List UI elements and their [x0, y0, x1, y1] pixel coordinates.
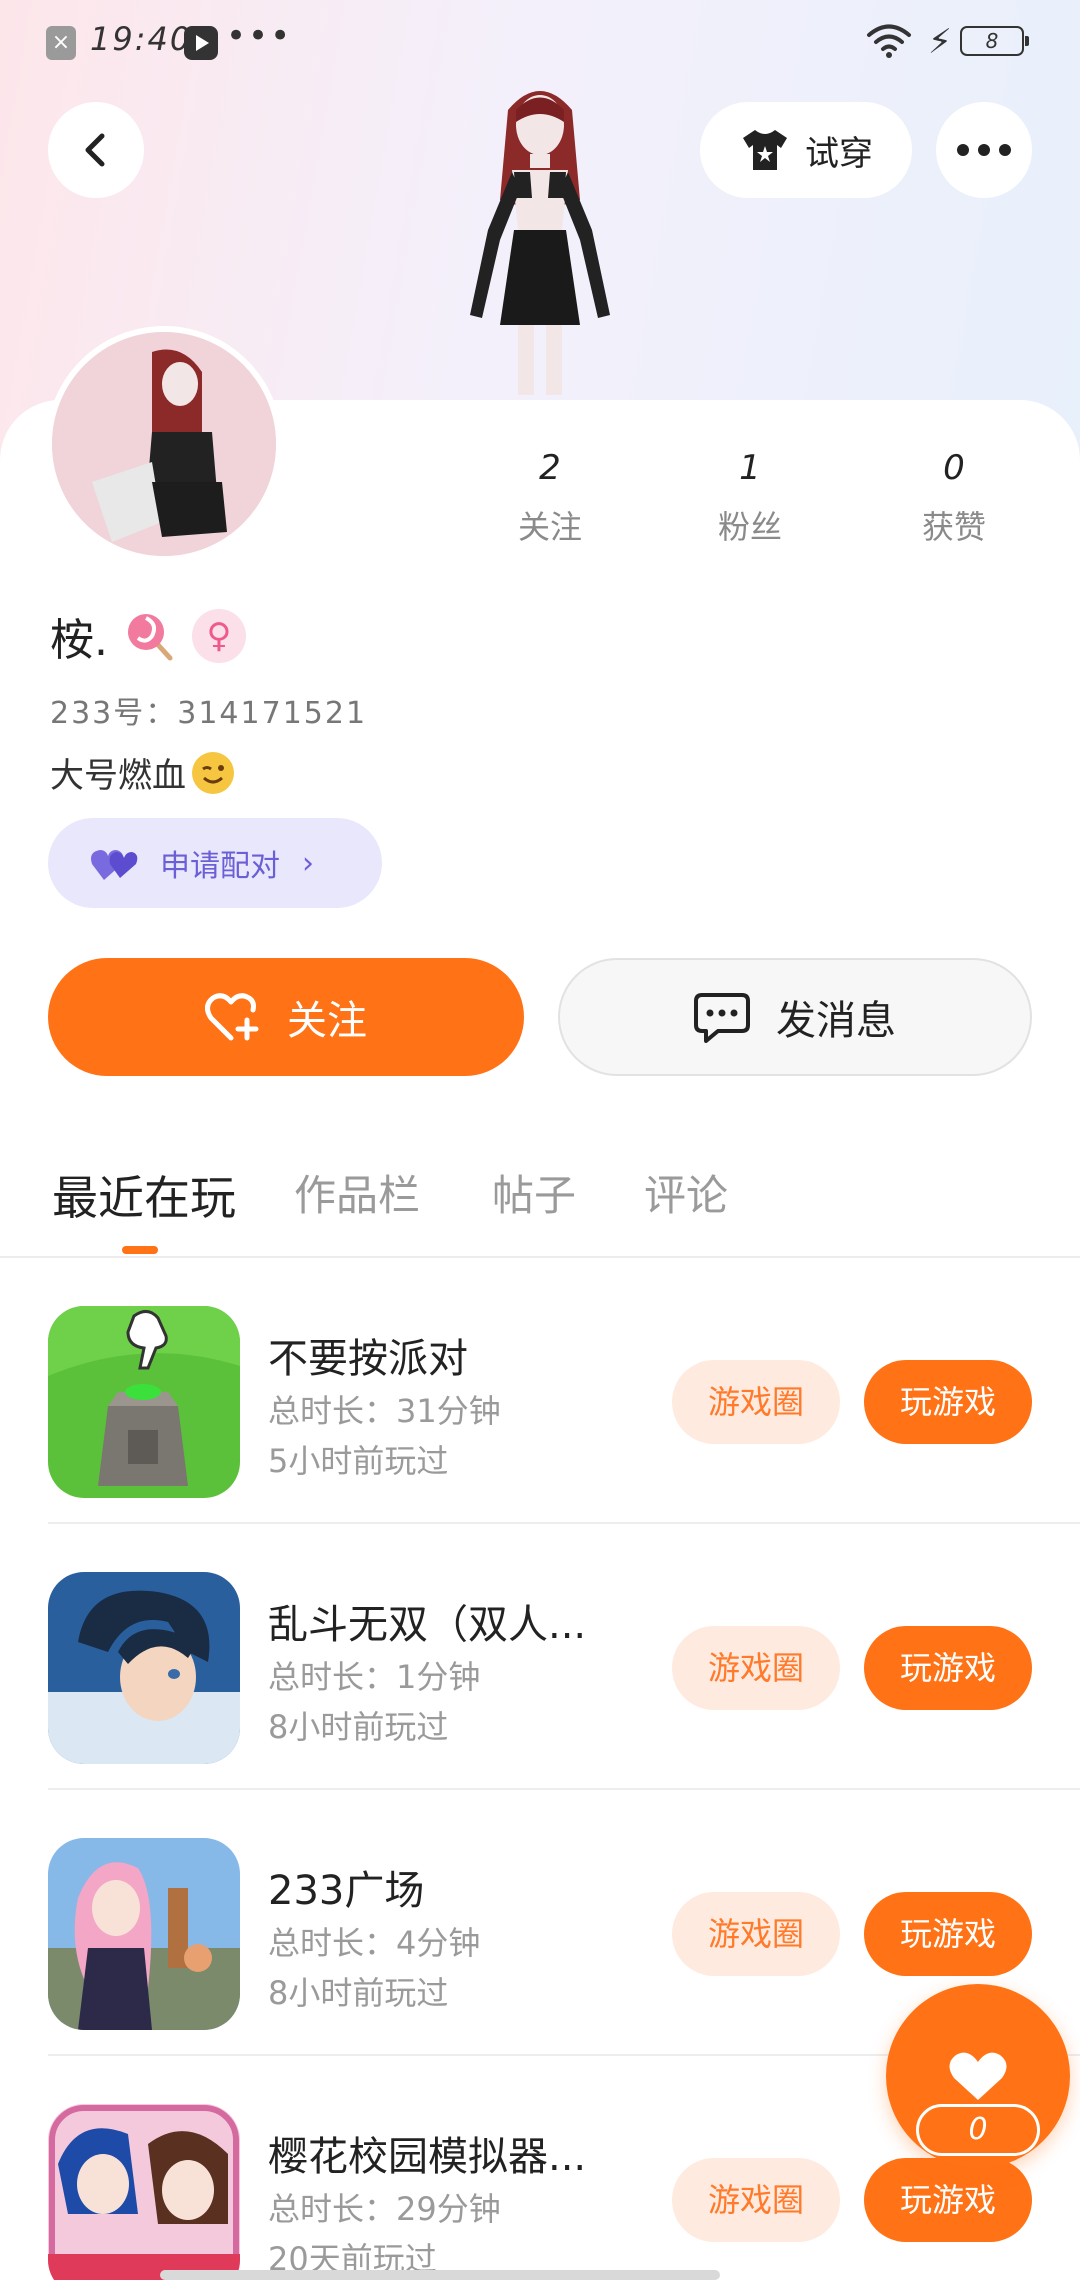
battery-icon: 8	[960, 26, 1029, 56]
try-on-button[interactable]: 试穿	[700, 102, 912, 198]
list-item[interactable]: 不要按派对 总时长：31分钟 5小时前玩过 游戏圈 玩游戏	[0, 1258, 1080, 1524]
gender-female-badge: ♀	[192, 609, 246, 663]
shirt-icon	[743, 130, 787, 170]
stat-following-label: 关注	[517, 508, 582, 546]
stat-following[interactable]: 2 关注	[480, 448, 620, 548]
avatar[interactable]	[46, 326, 282, 562]
avatar-image	[52, 332, 276, 556]
stat-likes-label: 获赞	[921, 508, 986, 546]
video-app-icon	[184, 26, 218, 60]
profile-stats: 2 关注 1 粉丝 0 获赞	[480, 448, 1040, 558]
game-circle-button[interactable]: 游戏圈	[672, 1626, 840, 1710]
play-game-button[interactable]: 玩游戏	[864, 1626, 1032, 1710]
user-id[interactable]: 233号：314171521	[50, 688, 367, 732]
stat-following-value: 2	[539, 448, 561, 488]
play-game-button[interactable]: 玩游戏	[864, 1360, 1032, 1444]
game-duration: 总时长：31分钟	[268, 1392, 501, 1430]
stat-likes[interactable]: 0 获赞	[884, 448, 1024, 548]
chevron-right-icon: ›	[302, 845, 314, 881]
tab-recently-played[interactable]: 最近在玩	[52, 1162, 236, 1228]
play-game-button[interactable]: 玩游戏	[864, 2158, 1032, 2242]
notification-close-icon: ×	[46, 26, 76, 60]
game-last-played: 8小时前玩过	[268, 1974, 449, 2012]
send-message-button[interactable]: 发消息	[558, 958, 1032, 1076]
stat-likes-value: 0	[943, 448, 965, 488]
character-avatar-3d[interactable]	[430, 80, 650, 400]
bio: 大号燃血	[50, 748, 234, 797]
try-on-label: 试穿	[805, 133, 873, 174]
game-duration: 总时长：1分钟	[268, 1658, 481, 1696]
play-game-button[interactable]: 玩游戏	[864, 1892, 1032, 1976]
active-tab-indicator	[122, 1246, 158, 1254]
game-duration: 总时长：29分钟	[268, 2190, 501, 2228]
status-bar: × 19:40 ••• ⚡ 8	[0, 0, 1080, 84]
profile-tabs: 最近在玩 作品栏 帖子 评论	[0, 1150, 1080, 1260]
game-name: 不要按派对	[268, 1336, 468, 1382]
tab-posts[interactable]: 帖子	[492, 1162, 576, 1223]
heart-icon	[949, 2052, 1007, 2100]
stat-followers-value: 1	[739, 448, 761, 488]
game-circle-button[interactable]: 游戏圈	[672, 1360, 840, 1444]
game-icon	[48, 1838, 240, 2030]
send-message-label: 发消息	[776, 998, 896, 1044]
back-button[interactable]	[48, 102, 144, 198]
scroll-indicator	[160, 2270, 720, 2280]
game-name: 樱花校园模拟器...	[268, 2134, 587, 2180]
like-count-badge: 0	[916, 2104, 1040, 2156]
lollipop-emoji-icon	[128, 614, 173, 661]
game-icon	[48, 1572, 240, 1764]
request-pair-button[interactable]: 申请配对 ›	[48, 818, 382, 908]
game-circle-button[interactable]: 游戏圈	[672, 1892, 840, 1976]
status-more-dots: •••	[226, 16, 293, 56]
game-icon	[48, 1306, 240, 1498]
game-duration: 总时长：4分钟	[268, 1924, 481, 1962]
bio-text: 大号燃血	[50, 756, 186, 796]
tab-comments[interactable]: 评论	[644, 1162, 728, 1223]
stat-followers-label: 粉丝	[717, 508, 782, 546]
username: 桉.	[50, 615, 108, 666]
game-last-played: 5小时前玩过	[268, 1442, 449, 1480]
list-item[interactable]: 乱斗无双（双人... 总时长：1分钟 8小时前玩过 游戏圈 玩游戏	[0, 1524, 1080, 1790]
battery-level: 8	[985, 29, 999, 53]
more-options-button[interactable]	[936, 102, 1032, 198]
wifi-icon	[867, 24, 911, 58]
game-name: 233广场	[268, 1868, 425, 1914]
chevron-left-icon	[85, 133, 105, 167]
game-last-played: 8小时前玩过	[268, 1708, 449, 1746]
status-time: 19:40	[90, 20, 193, 58]
wink-emoji-icon	[192, 751, 234, 794]
request-pair-label: 申请配对	[160, 849, 280, 884]
game-icon	[48, 2104, 240, 2280]
tab-works[interactable]: 作品栏	[294, 1162, 420, 1223]
double-heart-icon	[91, 850, 138, 880]
stat-followers[interactable]: 1 粉丝	[680, 448, 820, 548]
more-horizontal-icon	[957, 144, 1011, 156]
username-row: 桉. ♀	[50, 604, 246, 668]
follow-label: 关注	[287, 998, 367, 1044]
game-circle-button[interactable]: 游戏圈	[672, 2158, 840, 2242]
follow-button[interactable]: 关注	[48, 958, 524, 1076]
heart-plus-icon	[205, 993, 259, 1041]
game-name: 乱斗无双（双人...	[268, 1602, 587, 1648]
charging-icon: ⚡	[928, 22, 952, 62]
chat-bubble-icon	[694, 993, 750, 1043]
